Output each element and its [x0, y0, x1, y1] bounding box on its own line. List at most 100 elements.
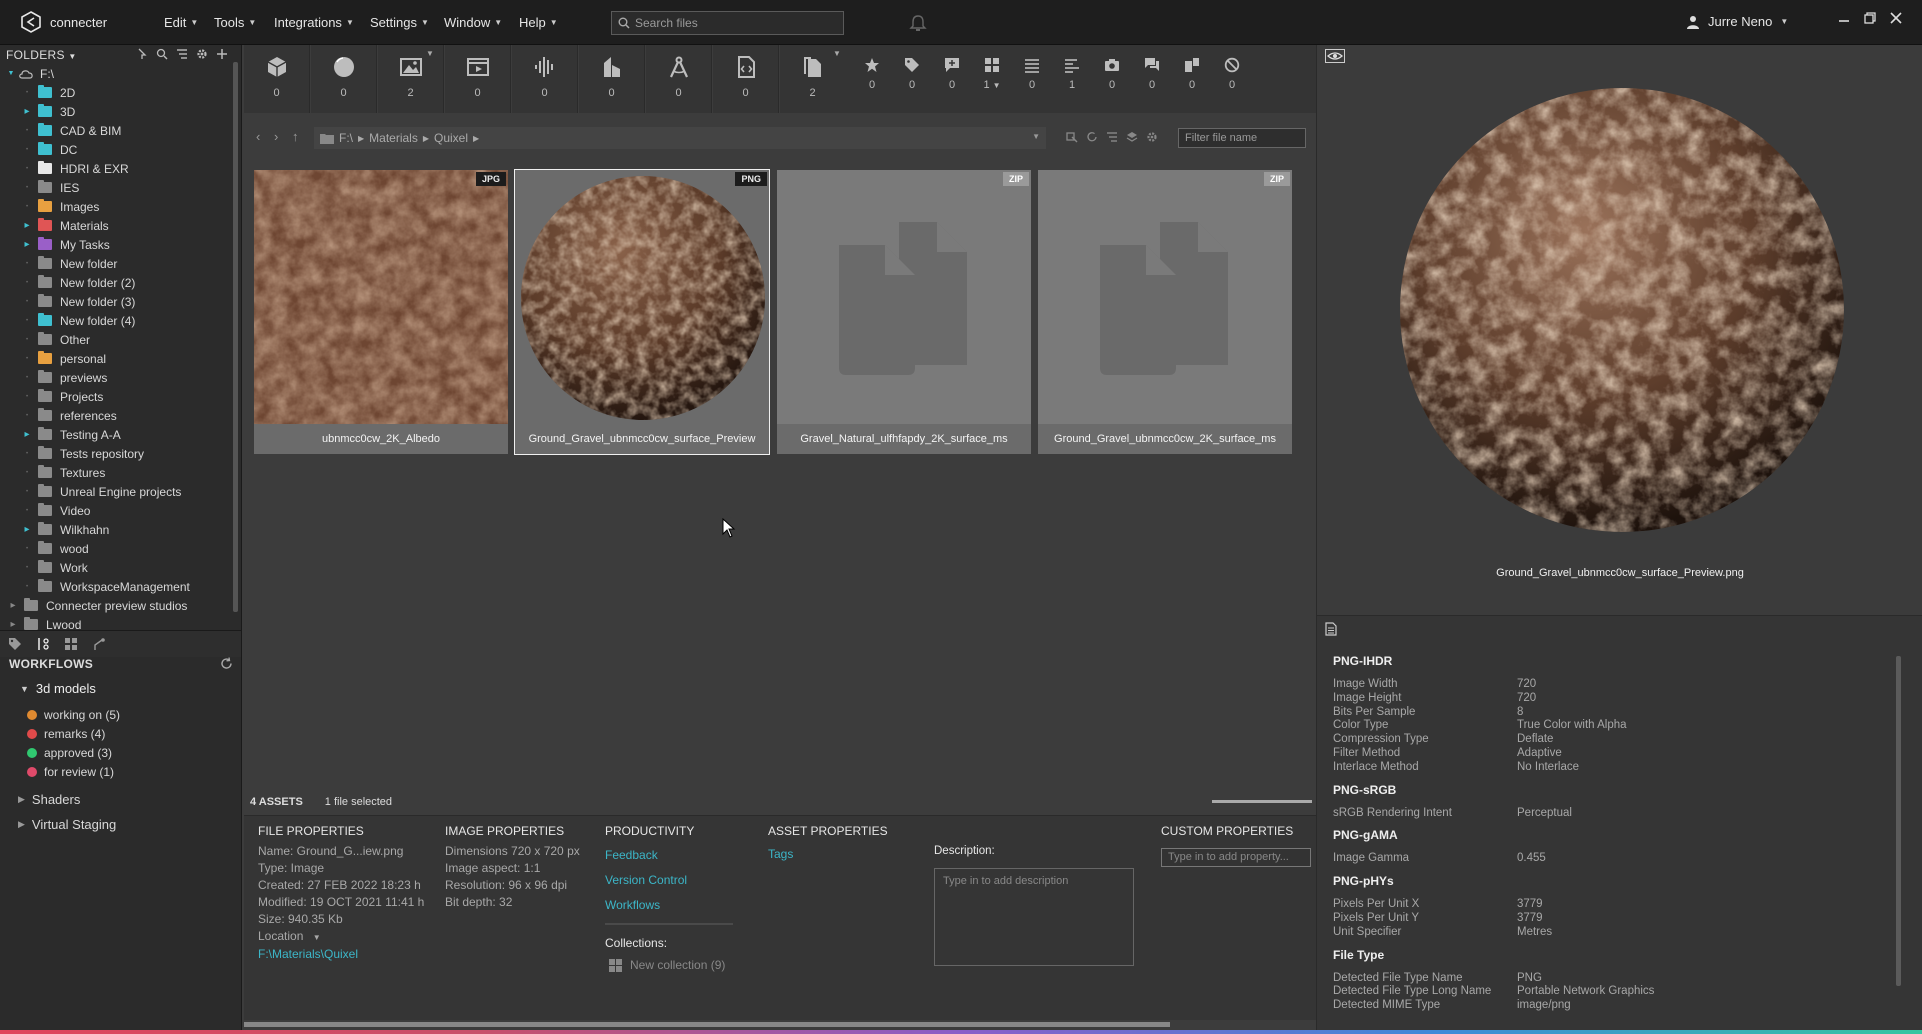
pin-icon[interactable] — [136, 48, 148, 60]
folder-item[interactable]: • DC — [22, 140, 77, 159]
workflow-status-item[interactable]: remarks (4) — [27, 727, 105, 741]
menu-help[interactable]: Help ▼ — [519, 15, 558, 30]
eye-icon[interactable] — [1325, 49, 1345, 63]
search-icon[interactable] — [156, 48, 168, 60]
layers-icon[interactable] — [1126, 131, 1138, 143]
add-icon[interactable] — [216, 48, 228, 60]
folder-item[interactable]: ▸ Materials — [22, 216, 109, 235]
app-logo[interactable]: connecter — [20, 11, 107, 33]
gear-icon[interactable] — [196, 48, 208, 60]
folder-item[interactable]: • HDRI & EXR — [22, 159, 129, 178]
expand-arrow-icon[interactable]: ▸ — [22, 106, 32, 117]
expand-arrow-icon[interactable]: ▸ — [8, 619, 18, 630]
forward-arrow-icon[interactable]: › — [274, 129, 278, 144]
horizontal-scrollbar[interactable] — [244, 1022, 1170, 1027]
refresh-icon[interactable] — [220, 657, 233, 670]
sort-icon[interactable] — [1106, 131, 1118, 143]
back-arrow-icon[interactable]: ‹ — [256, 129, 260, 144]
expand-arrow-icon[interactable]: ▸ — [22, 220, 32, 231]
menu-edit[interactable]: Edit ▼ — [164, 15, 198, 30]
folder-item[interactable]: ▸ 3D — [22, 102, 75, 121]
workflow-group-shaders[interactable]: ▶ Shaders — [18, 792, 80, 807]
folder-item[interactable]: • previews — [22, 368, 107, 387]
grid-tab-icon[interactable] — [64, 637, 78, 651]
folder-item[interactable]: • Textures — [22, 463, 105, 482]
filter-excluded[interactable]: 0 — [1212, 45, 1252, 113]
caret-down-icon[interactable]: ▼ — [833, 49, 841, 58]
filter-cad[interactable]: 0 — [646, 45, 712, 113]
folder-item[interactable]: ▸ Testing A-A — [22, 425, 121, 444]
folder-item[interactable]: • Images — [22, 197, 99, 216]
minimize-icon[interactable] — [1838, 12, 1850, 24]
folder-item[interactable]: • New folder — [22, 254, 117, 273]
sync-icon[interactable] — [1086, 131, 1098, 143]
document-icon[interactable] — [1325, 622, 1337, 636]
folder-item[interactable]: ▸ My Tasks — [22, 235, 110, 254]
menu-window[interactable]: Window ▼ — [444, 15, 502, 30]
user-menu[interactable]: Jurre Neno ▼ — [1686, 14, 1788, 29]
filter-architecture[interactable]: 0 — [579, 45, 645, 113]
restore-icon[interactable] — [1864, 12, 1876, 24]
breadcrumb-item[interactable]: Materials — [369, 131, 418, 145]
custom-property-input[interactable]: Type in to add property... — [1161, 848, 1311, 867]
filter-collections[interactable]: 1 ▼ — [972, 45, 1012, 113]
filter-code[interactable]: 0 — [713, 45, 779, 113]
close-icon[interactable] — [1890, 12, 1902, 24]
folders-scrollbar[interactable] — [233, 62, 238, 612]
folder-item[interactable]: • New folder (4) — [22, 311, 135, 330]
root-folder-item[interactable]: ▸ Connecter preview studios — [8, 596, 187, 615]
breadcrumb-item[interactable]: Quixel — [434, 131, 468, 145]
folder-item[interactable]: • wood — [22, 539, 89, 558]
filter-previews[interactable]: 0 — [1092, 45, 1132, 113]
location-toggle[interactable]: Location ▼ — [258, 928, 424, 946]
workflow-tab-icon[interactable] — [36, 637, 50, 651]
breadcrumb[interactable]: F:\ ▶ Materials ▶ Quixel ▶ ▼ — [314, 127, 1046, 149]
folder-item[interactable]: • New folder (3) — [22, 292, 135, 311]
menu-integrations[interactable]: Integrations ▼ — [274, 15, 354, 30]
drive-root[interactable]: ▼ F:\ — [6, 64, 54, 83]
expand-arrow-icon[interactable]: ▸ — [22, 524, 32, 535]
folders-header[interactable]: FOLDERS ▼ — [6, 48, 77, 62]
folder-item[interactable]: • references — [22, 406, 117, 425]
asset-card[interactable]: JPG ubnmcc0cw_2K_Albedo — [254, 170, 508, 454]
folder-item[interactable]: • CAD & BIM — [22, 121, 121, 140]
menu-settings[interactable]: Settings ▼ — [370, 15, 429, 30]
list-icon[interactable] — [176, 48, 188, 60]
pin-icon[interactable] — [1066, 131, 1078, 143]
folder-item[interactable]: • Work — [22, 558, 88, 577]
menu-tools[interactable]: Tools ▼ — [214, 15, 256, 30]
folder-item[interactable]: • IES — [22, 178, 79, 197]
workflow-status-item[interactable]: working on (5) — [27, 708, 120, 722]
folder-item[interactable]: • Projects — [22, 387, 103, 406]
folder-item[interactable]: ▸ Wilkhahn — [22, 520, 109, 539]
folder-item[interactable]: • WorkspaceManagement — [22, 577, 190, 596]
metadata-scrollbar[interactable] — [1896, 656, 1901, 986]
folder-item[interactable]: • Tests repository — [22, 444, 144, 463]
folder-item[interactable]: • New folder (2) — [22, 273, 135, 292]
thumbnail-size-slider[interactable] — [1212, 800, 1312, 803]
folder-item[interactable]: • 2D — [22, 83, 75, 102]
workflow-group-virtual-staging[interactable]: ▶ Virtual Staging — [18, 817, 116, 832]
tags-link[interactable]: Tags — [768, 846, 793, 863]
folder-item[interactable]: • Unreal Engine projects — [22, 482, 181, 501]
version-control-link[interactable]: Version Control — [605, 868, 687, 893]
folder-item[interactable]: • personal — [22, 349, 106, 368]
expand-arrow-icon[interactable]: ▸ — [22, 239, 32, 250]
asset-card-selected[interactable]: PNG Ground_Gravel_ubnmcc0cw_surface_Prev… — [514, 169, 770, 455]
filter-chat[interactable]: 0 — [1132, 45, 1172, 113]
filter-versions[interactable]: 0 — [1172, 45, 1212, 113]
filter-comments[interactable]: 0 — [932, 45, 972, 113]
asset-card[interactable]: ZIP Gravel_Natural_ulfhfapdy_2K_surface_… — [777, 170, 1031, 454]
new-collection-button[interactable]: New collection (9) — [609, 957, 725, 974]
filter-favorites[interactable]: 0 — [852, 45, 892, 113]
branch-tab-icon[interactable] — [92, 637, 106, 651]
filter-tags[interactable]: 0 — [892, 45, 932, 113]
description-textarea[interactable]: Type in to add description — [934, 868, 1134, 966]
filter-audio[interactable]: 0 — [512, 45, 578, 113]
workflow-group-3d-models[interactable]: ▼ 3d models — [20, 681, 96, 696]
asset-card[interactable]: ZIP Ground_Gravel_ubnmcc0cw_2K_surface_m… — [1038, 170, 1292, 454]
caret-down-icon[interactable]: ▼ — [993, 81, 1001, 90]
folder-item[interactable]: • Other — [22, 330, 90, 349]
folder-item[interactable]: • Video — [22, 501, 90, 520]
caret-down-icon[interactable]: ▼ — [426, 49, 434, 58]
